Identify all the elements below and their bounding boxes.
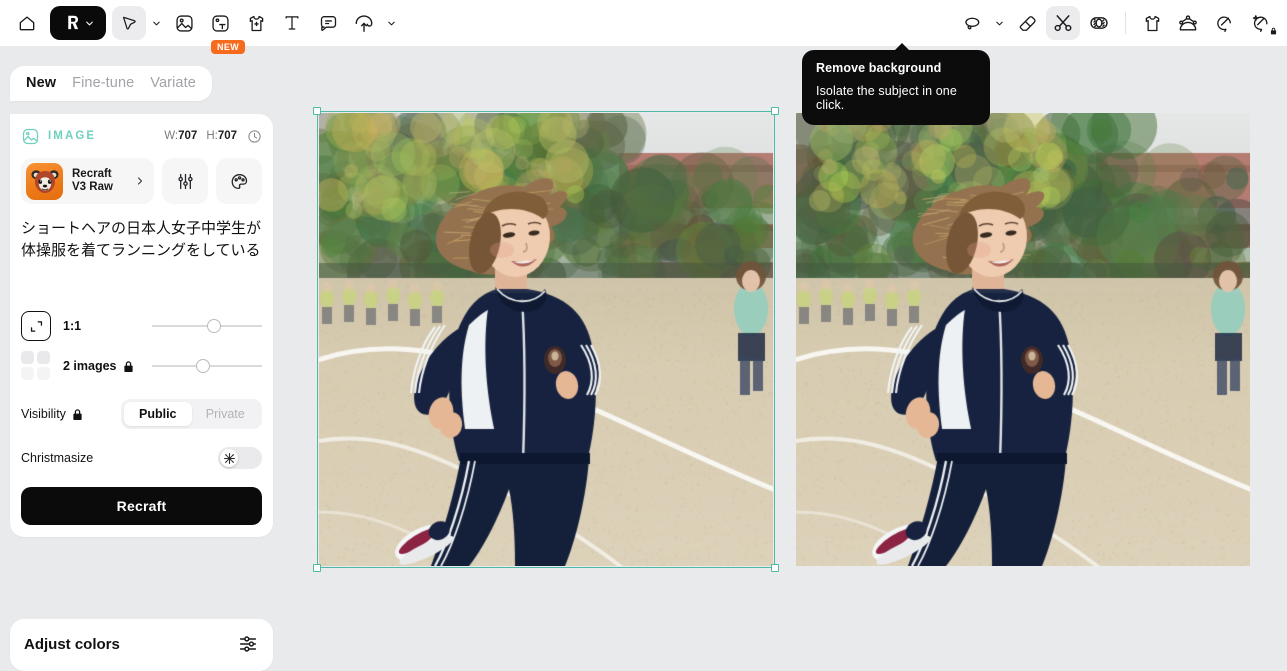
width-display: W:707: [164, 130, 197, 142]
home-icon[interactable]: [10, 6, 44, 40]
image-section-header: IMAGE W:707 H:707: [21, 126, 262, 146]
text-image-tool[interactable]: [203, 6, 237, 40]
remove-background-tooltip: Remove background Isolate the subject in…: [802, 50, 990, 125]
color-palette-button[interactable]: [216, 158, 262, 204]
image-tool[interactable]: [167, 6, 201, 40]
recraft-generate-button[interactable]: Recraft: [21, 487, 262, 525]
toolbar-left-group: NEW: [0, 6, 400, 40]
toggle-knob: [220, 449, 238, 467]
inpaint-tool[interactable]: [1082, 6, 1116, 40]
prompt-input[interactable]: ショートヘアの日本人女子中学生が体操服を着てランニングをしている: [21, 217, 262, 305]
visibility-label: Visibility: [21, 407, 83, 421]
lock-icon: [1270, 27, 1277, 35]
tab-variate[interactable]: Variate: [150, 75, 196, 91]
adjust-colors-icon[interactable]: [237, 633, 259, 655]
red-panda-icon: [30, 168, 60, 196]
model-avatar-icon: [26, 163, 63, 200]
chevron-down-icon: [994, 18, 1005, 29]
grid-cell: [37, 367, 50, 380]
image-count-label: 2 images: [63, 359, 134, 373]
snowflake-icon: [223, 452, 236, 465]
select-tool[interactable]: [112, 6, 146, 40]
chevron-right-icon: [134, 175, 146, 187]
aspect-ratio-row: 1:1: [21, 307, 262, 345]
chevron-down-icon: [151, 18, 162, 29]
upload-tool-chevron[interactable]: [383, 8, 400, 38]
aspect-ratio-slider[interactable]: [152, 316, 262, 336]
image-count-icon[interactable]: [21, 351, 51, 381]
height-display: H:707: [206, 130, 237, 142]
settings-sliders-button[interactable]: [162, 158, 208, 204]
upload-tool[interactable]: [347, 6, 381, 40]
image-count-row: 2 images: [21, 347, 262, 385]
vectorize-tool[interactable]: [1207, 6, 1241, 40]
grid-cell: [37, 351, 50, 364]
image-dimensions: W:707 H:707: [164, 129, 262, 144]
visibility-segmented-control: Public Private: [121, 399, 262, 429]
visibility-row: Visibility Public Private: [21, 397, 262, 431]
apparel-tool[interactable]: [1135, 6, 1169, 40]
christmasize-toggle[interactable]: [218, 447, 262, 469]
generated-image-2[interactable]: [796, 113, 1250, 566]
panel-tabs: New Fine-tune Variate: [10, 66, 212, 101]
image-section-label: IMAGE: [48, 130, 96, 142]
eraser-tool[interactable]: [1010, 6, 1044, 40]
chevron-down-icon: [386, 18, 397, 29]
model-name: Recraft V3 Raw: [72, 168, 113, 195]
text-tool[interactable]: [275, 6, 309, 40]
remove-background-tool[interactable]: [1046, 6, 1080, 40]
recraft-logo-icon: [64, 14, 81, 33]
grid-cell: [21, 367, 34, 380]
toolbar-right-group: [955, 0, 1277, 46]
christmasize-row: Christmasize: [21, 443, 262, 473]
canvas-area[interactable]: [283, 46, 1287, 625]
mockup-tool[interactable]: [239, 6, 273, 40]
visibility-option-public[interactable]: Public: [124, 402, 192, 426]
tab-new[interactable]: New: [26, 75, 56, 91]
scissors-icon: [1052, 12, 1074, 34]
aspect-ratio-icon[interactable]: [21, 311, 51, 341]
left-panel: New Fine-tune Variate IMAGE W:707 H:707: [0, 46, 283, 625]
top-toolbar: NEW: [0, 0, 1287, 46]
slider-knob[interactable]: [207, 319, 221, 333]
image-count-text: 2 images: [63, 359, 117, 373]
tab-fine-tune[interactable]: Fine-tune: [72, 75, 134, 91]
adjust-colors-title: Adjust colors: [24, 636, 120, 653]
grid-cell: [21, 351, 34, 364]
enhance-tool[interactable]: [1243, 6, 1277, 40]
select-tool-chevron[interactable]: [148, 8, 165, 38]
comment-tool[interactable]: [311, 6, 345, 40]
tooltip-title: Remove background: [816, 61, 976, 75]
christmasize-label: Christmasize: [21, 451, 93, 465]
lock-icon: [72, 408, 83, 421]
model-selector[interactable]: Recraft V3 Raw: [21, 158, 154, 204]
visibility-option-private[interactable]: Private: [192, 402, 260, 426]
model-name-line2: V3 Raw: [72, 181, 113, 193]
toolbar-divider: [1125, 12, 1126, 34]
lasso-tool[interactable]: [955, 6, 989, 40]
image-count-slider[interactable]: [152, 356, 262, 376]
logo-pill[interactable]: [50, 6, 106, 40]
chevron-down-icon: [84, 18, 95, 29]
tooltip-subtitle: Isolate the subject in one click.: [816, 84, 976, 112]
visibility-text: Visibility: [21, 407, 66, 421]
history-clock-icon[interactable]: [247, 129, 262, 144]
image-icon: [21, 127, 40, 146]
slider-knob[interactable]: [196, 359, 210, 373]
aspect-ratio-label: 1:1: [63, 319, 81, 333]
lock-icon: [123, 360, 134, 373]
generation-card: IMAGE W:707 H:707 Recraft V3 Raw ショートヘアの…: [10, 114, 273, 537]
upscale-tool[interactable]: [1171, 6, 1205, 40]
adjust-colors-card[interactable]: Adjust colors: [10, 619, 273, 671]
model-row: Recraft V3 Raw: [21, 158, 262, 204]
model-name-line1: Recraft: [72, 168, 112, 180]
lasso-tool-chevron[interactable]: [991, 8, 1008, 38]
generated-image-1[interactable]: [319, 113, 773, 566]
